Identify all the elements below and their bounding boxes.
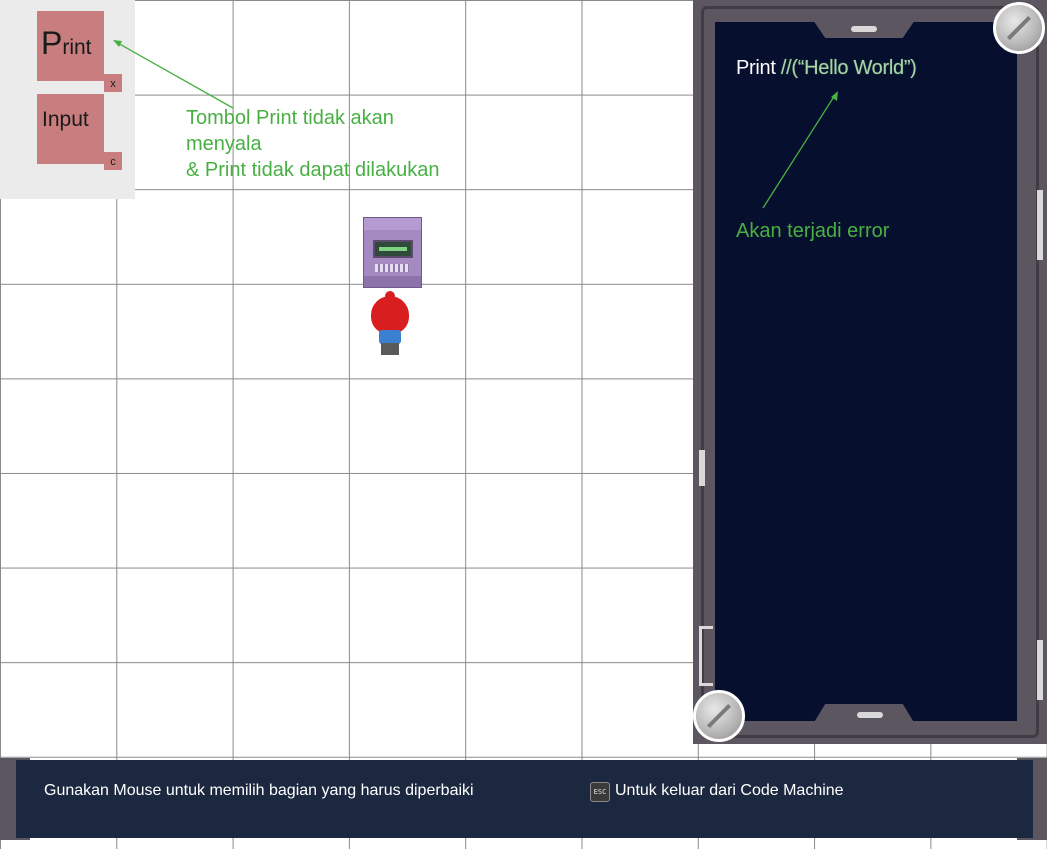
print-command-button[interactable]: Print x xyxy=(37,11,122,92)
annotation-line: menyala xyxy=(186,133,262,155)
code-screen xyxy=(715,22,1017,721)
bolt-icon xyxy=(693,690,745,742)
esc-key-icon: ESC xyxy=(590,782,610,802)
input-label: Input xyxy=(42,108,89,131)
print-keyword[interactable]: Print xyxy=(736,57,776,79)
command-palette: Print x Input c xyxy=(0,0,135,199)
print-disabled-annotation: Tombol Print tidak akan menyala & Print … xyxy=(186,105,496,183)
input-command-button[interactable]: Input c xyxy=(37,94,122,170)
code-argument[interactable]: //(“Hello World”) xyxy=(776,57,917,79)
bolt-icon xyxy=(993,2,1045,54)
code-machine-panel xyxy=(693,0,1047,744)
print-shortcut-key: x xyxy=(104,74,122,92)
input-shortcut-key: c xyxy=(104,152,122,170)
code-line[interactable]: Print //(“Hello World”) xyxy=(736,57,917,80)
player-character-icon xyxy=(368,291,412,360)
annotation-line: & Print tidak dapat dilakukan xyxy=(186,159,440,181)
esc-hint: Untuk keluar dari Code Machine xyxy=(615,782,844,799)
annotation-line: Tombol Print tidak akan xyxy=(186,107,394,129)
mouse-hint: Gunakan Mouse untuk memilih bagian yang … xyxy=(44,782,474,799)
print-label: Print xyxy=(41,25,92,61)
footer-bar: Gunakan Mouse untuk memilih bagian yang … xyxy=(0,758,1047,840)
error-annotation: Akan terjadi error xyxy=(736,220,890,242)
computer-terminal-icon[interactable] xyxy=(363,217,422,288)
